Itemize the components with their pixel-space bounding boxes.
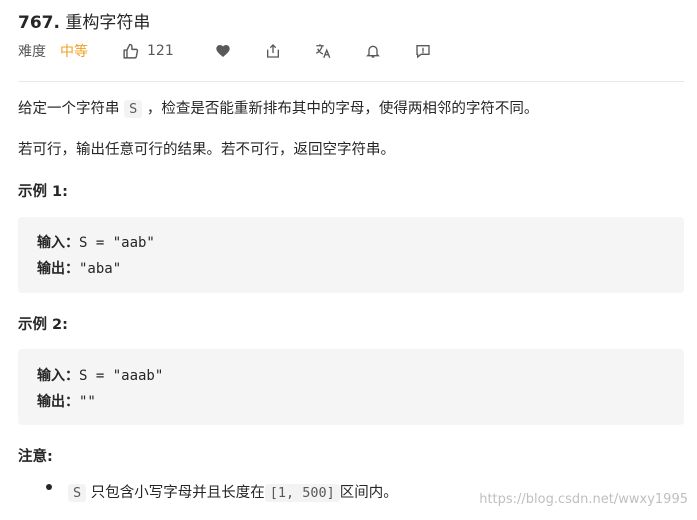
like-button[interactable]: 121	[122, 43, 174, 60]
note-text: 区间内。	[339, 485, 398, 501]
example-2-heading: 示例 2:	[18, 317, 68, 333]
input-value: S = "aab"	[79, 235, 155, 251]
translate-icon	[315, 44, 331, 59]
inline-code-s: S	[124, 100, 143, 118]
description-paragraph-1: 给定一个字符串 S ，检查是否能重新排布其中的字母，使得两相邻的字符不同。	[18, 98, 538, 120]
output-label: 输出：	[37, 394, 79, 410]
like-count: 121	[147, 43, 174, 59]
translate-button[interactable]	[312, 40, 334, 62]
input-label: 输入：	[37, 368, 79, 384]
desc-text: 给定一个字符串	[18, 101, 125, 117]
output-value: ""	[79, 394, 96, 410]
comment-icon	[416, 45, 430, 59]
note-item: S 只包含小写字母并且长度在 [1, 500] 区间内。	[68, 482, 398, 504]
output-label: 输出：	[37, 261, 79, 277]
watermark: https://blog.csdn.net/wwxy1995	[479, 492, 688, 507]
note-heading: 注意:	[18, 449, 53, 465]
input-value: S = "aaab"	[79, 368, 164, 384]
note-text: 只包含小写字母并且长度在	[86, 485, 265, 501]
comment-button[interactable]	[412, 40, 434, 62]
difficulty-label: 难度	[18, 44, 46, 60]
example-1-input: 输入：S = "aab"	[37, 232, 155, 252]
description-paragraph-2: 若可行，输出任意可行的结果。若不可行，返回空字符串。	[18, 142, 395, 158]
list-bullet	[46, 484, 52, 490]
example-2-input: 输入：S = "aaab"	[37, 365, 163, 385]
example-1-output: 输出："aba"	[37, 258, 121, 278]
heart-icon	[216, 45, 230, 57]
inline-code-s: S	[68, 484, 87, 502]
problem-name: 重构字符串	[65, 13, 151, 33]
share-button[interactable]	[262, 40, 284, 62]
share-icon	[266, 44, 279, 58]
difficulty-badge: 中等	[60, 44, 88, 60]
example-1-block: 输入：S = "aab" 输出："aba"	[18, 217, 684, 293]
problem-title: 767. 重构字符串	[18, 8, 150, 33]
favorite-button[interactable]	[212, 40, 234, 62]
example-2-output: 输出：""	[37, 391, 96, 411]
bell-icon	[365, 45, 380, 58]
thumbs-up-icon	[123, 43, 139, 59]
output-value: "aba"	[79, 261, 122, 277]
problem-number: 767.	[18, 13, 60, 33]
notify-button[interactable]	[362, 40, 384, 62]
desc-text: ，检查是否能重新排布其中的字母，使得两相邻的字符不同。	[142, 101, 539, 117]
example-1-heading: 示例 1:	[18, 184, 68, 200]
problem-meta-bar: 难度 中等 121	[18, 40, 462, 62]
header-divider	[18, 81, 684, 82]
input-label: 输入：	[37, 235, 79, 251]
example-2-block: 输入：S = "aaab" 输出：""	[18, 349, 684, 425]
inline-code-range: [1, 500]	[264, 484, 340, 502]
